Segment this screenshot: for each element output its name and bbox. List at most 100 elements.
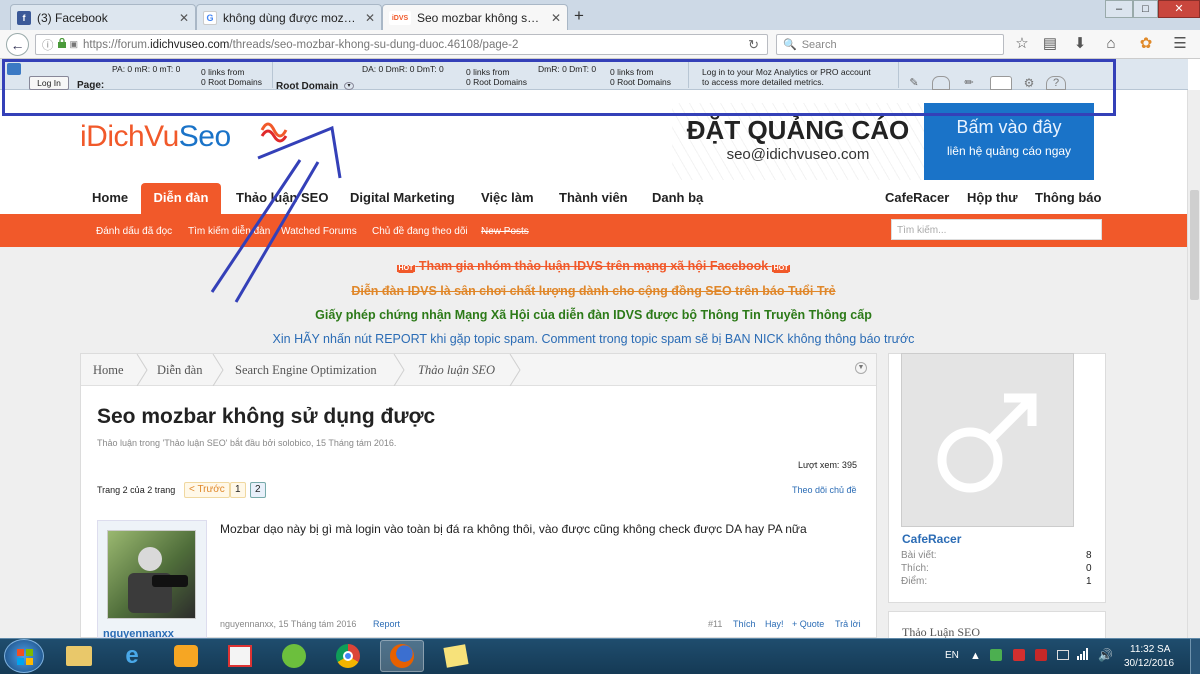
clock-time[interactable]: 11:32 SA [1130, 644, 1170, 655]
back-button[interactable]: ← [6, 33, 29, 56]
forum-search-input[interactable]: Tìm kiếm... [891, 219, 1102, 240]
notice-tuoitre[interactable]: Diễn đàn IDVS là sân chơi chất lượng dàn… [0, 284, 1187, 298]
thread-title: Seo mozbar không sử dụng được [97, 405, 436, 428]
volume-icon[interactable]: 🔊 [1098, 648, 1113, 662]
stat-points-value: 1 [1086, 576, 1092, 587]
clock-date[interactable]: 30/12/2016 [1124, 658, 1174, 669]
reply-link[interactable]: Trả lời [835, 619, 861, 629]
nav-home[interactable]: Home [80, 183, 140, 215]
close-window-button[interactable]: ✕ [1158, 0, 1200, 18]
subnav-mark-read[interactable]: Đánh dấu đã đọc [96, 226, 172, 237]
language-indicator[interactable]: EN [945, 650, 959, 661]
explorer-taskbar-button[interactable] [57, 640, 101, 672]
breadcrumb-forum[interactable]: Diễn đàn [157, 354, 202, 386]
media-taskbar-button[interactable] [164, 640, 208, 672]
tray-expand-icon[interactable]: ▲ [970, 650, 981, 662]
notice-facebook[interactable]: HOT Tham gia nhóm thảo luận IDVS trên mạ… [0, 259, 1187, 273]
hot-badge: HOT [771, 265, 791, 272]
nav-inbox[interactable]: Hộp thư [955, 183, 1030, 215]
avatar[interactable] [107, 530, 196, 619]
url-bar[interactable]: ⓘ ▣ https://forum. idichvuseo.com/threads… [35, 34, 768, 55]
start-button[interactable] [4, 639, 44, 673]
breadcrumb-current[interactable]: Thảo luận SEO [418, 354, 495, 386]
annotation-arrow [210, 125, 342, 303]
subnav-watched-threads[interactable]: Chủ đề đang theo dõi [372, 226, 468, 237]
post-body: Mozbar dạo này bị gì mà login vào toàn b… [220, 522, 807, 536]
browser-search-field[interactable]: 🔍 Search [776, 34, 1004, 55]
info-icon[interactable]: ⓘ [42, 37, 54, 53]
notice-report[interactable]: Xin HÃY nhấn nút REPORT khi gặp topic sp… [0, 332, 1187, 346]
show-desktop-button[interactable] [1190, 639, 1200, 674]
url-path: /threads/seo-mozbar-khong-su-dung-duoc.4… [229, 38, 519, 51]
back-arrow-icon: ← [10, 36, 25, 53]
page-scrollbar[interactable] [1187, 90, 1200, 638]
tray-antivirus-icon[interactable] [1013, 649, 1025, 661]
close-icon[interactable]: ✕ [545, 11, 561, 25]
page-2-button[interactable]: 2 [250, 482, 266, 498]
breadcrumb-seo[interactable]: Search Engine Optimization [235, 354, 377, 386]
tray-app-icon[interactable] [990, 649, 1002, 661]
reading-list-icon[interactable]: ▤ [1041, 35, 1059, 53]
tray-network-warning-icon[interactable] [1035, 649, 1047, 661]
ad-title: ĐẶT QUẢNG CÁO [686, 115, 910, 145]
nav-members[interactable]: Thành viên [547, 183, 640, 215]
chrome-taskbar-button[interactable] [326, 640, 370, 672]
close-icon[interactable]: ✕ [359, 11, 375, 25]
page-count: Trang 2 của 2 trang [97, 485, 176, 495]
helpful-link[interactable]: Hay! [765, 619, 784, 629]
subnav-new-posts[interactable]: New Posts [481, 226, 529, 237]
tab-current[interactable]: iDVS Seo mozbar không sử dụn... ✕ [382, 4, 568, 31]
stat-likes-label: Thích: [901, 563, 929, 574]
post-number[interactable]: #11 [708, 619, 722, 629]
signal-icon[interactable] [1077, 648, 1089, 660]
nav-alerts[interactable]: Thông báo [1023, 183, 1113, 215]
tab-google[interactable]: G không dùng được mozbar ... ✕ [196, 4, 382, 30]
home-icon[interactable]: ⌂ [1102, 35, 1120, 53]
page-1-button[interactable]: 1 [230, 482, 246, 498]
report-link[interactable]: Report [373, 619, 400, 629]
tray-display-icon[interactable] [1057, 650, 1069, 660]
follow-thread-link[interactable]: Theo dõi chủ đề [792, 485, 857, 495]
maximize-button[interactable]: □ [1133, 0, 1158, 18]
ad-email: seo@idichvuseo.com [726, 146, 870, 163]
app-taskbar-button[interactable] [218, 640, 262, 672]
coccoc-taskbar-button[interactable] [272, 640, 316, 672]
thread-meta: Thảo luận trong 'Thảo luận SEO' bắt đầu … [97, 438, 397, 448]
bookmark-star-icon[interactable]: ☆ [1013, 35, 1031, 53]
url-prefix: https://forum. [83, 38, 151, 51]
breadcrumb-home[interactable]: Home [93, 354, 124, 386]
tab-facebook[interactable]: f (3) Facebook ✕ [10, 4, 196, 30]
notes-taskbar-button[interactable] [434, 640, 478, 672]
download-icon[interactable]: ⬇ [1071, 35, 1089, 53]
prev-page-button[interactable]: < Trước [184, 482, 230, 498]
breadcrumb-separator-icon [212, 354, 224, 386]
quote-link[interactable]: + Quote [792, 619, 824, 629]
ad-cta: Bấm vào đây [956, 117, 1062, 137]
scrollbar-thumb[interactable] [1190, 190, 1199, 300]
tab-title: không dùng được mozbar ... [223, 10, 359, 25]
ie-taskbar-button[interactable]: e [110, 640, 154, 672]
sidebar-username[interactable]: CafeRacer [902, 532, 961, 546]
firefox-icon [390, 644, 414, 668]
menu-icon[interactable]: ☰ [1171, 35, 1189, 53]
search-icon: 🔍 [783, 39, 797, 51]
male-symbol-icon [937, 393, 1037, 493]
nav-directory[interactable]: Danh bạ [640, 183, 715, 215]
avatar[interactable] [901, 353, 1074, 527]
search-placeholder: Search [801, 38, 837, 51]
new-tab-button[interactable]: + [574, 6, 584, 26]
windows-logo-icon [17, 649, 33, 665]
reload-icon[interactable]: ↻ [748, 37, 759, 53]
notice-license[interactable]: Giấy phép chứng nhận Mạng Xã Hội của diễ… [0, 308, 1187, 322]
extension-icon[interactable]: ✿ [1137, 35, 1155, 53]
nav-user[interactable]: CafeRacer [873, 183, 961, 215]
breadcrumb-separator-icon [136, 354, 148, 386]
like-link[interactable]: Thích [733, 619, 756, 629]
chevron-down-icon[interactable]: ▼ [855, 362, 867, 374]
coccoc-icon [282, 644, 306, 668]
firefox-taskbar-button[interactable] [380, 640, 424, 672]
close-icon[interactable]: ✕ [173, 11, 189, 25]
tab-title: (3) Facebook [37, 10, 108, 25]
minimize-button[interactable]: – [1105, 0, 1133, 18]
nav-jobs[interactable]: Việc làm [469, 183, 546, 215]
